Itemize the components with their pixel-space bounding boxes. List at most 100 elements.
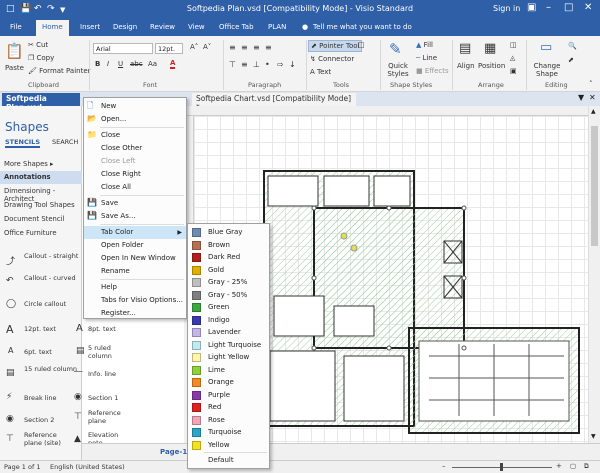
zoom-slider-thumb[interactable]	[500, 463, 503, 471]
stencil-document[interactable]: Document Stencil	[0, 213, 82, 226]
menu-item-save-as[interactable]: 💾 Save As...	[84, 210, 186, 223]
tell-me-box[interactable]: Tell me what you want to do	[313, 23, 412, 31]
vertical-scrollbar[interactable]: ▲ ▼	[588, 106, 600, 443]
color-item-green[interactable]: Green	[188, 301, 269, 314]
select-icon[interactable]: ⬈	[568, 56, 574, 64]
color-item-brown[interactable]: Brown	[188, 239, 269, 252]
color-item-orange[interactable]: Orange	[188, 376, 269, 389]
sign-in-link[interactable]: Sign in	[493, 4, 520, 13]
color-item-blue-gray[interactable]: Blue Gray	[188, 226, 269, 239]
menu-item-tab-color[interactable]: Tab Color ▶	[84, 226, 186, 239]
tab-plan[interactable]: PLAN	[268, 23, 286, 31]
close-icon[interactable]: ✕	[584, 2, 592, 13]
stencil-office-furniture[interactable]: Office Furniture	[0, 227, 82, 240]
doc-tab-softpedia-plan[interactable]: Softpedia Plan.vsd	[2, 93, 80, 112]
menu-item-close-all[interactable]: Close All	[84, 181, 186, 194]
menu-item-help[interactable]: Help	[84, 281, 186, 294]
paste-button[interactable]: Paste	[5, 64, 24, 72]
bold-button[interactable]: B	[95, 60, 100, 68]
font-size-combo[interactable]: 12pt.	[155, 43, 183, 54]
restore-icon[interactable]: □	[564, 2, 573, 13]
shape-info-line[interactable]: Info. line	[88, 370, 120, 378]
color-item-light-turquoise[interactable]: Light Turquoise	[188, 339, 269, 352]
stencil-annotations[interactable]: Annotations	[0, 171, 82, 184]
align-right-icon[interactable]: ≡	[253, 43, 260, 52]
format-painter-button[interactable]: 🖌 Format Painter	[28, 67, 91, 75]
align-top-icon[interactable]: ⊤	[229, 60, 236, 69]
menu-item-new[interactable]: 🗋 New	[84, 100, 186, 113]
stencil-dimensioning[interactable]: Dimensioning - Architect	[0, 185, 82, 203]
bring-forward-icon[interactable]: ◫	[510, 41, 517, 49]
menu-item-tabs-for-visio-options[interactable]: Tabs for Visio Options...	[84, 294, 186, 307]
shape-callout-straight[interactable]: Callout - straight	[24, 252, 84, 260]
color-item-dark-red[interactable]: Dark Red	[188, 251, 269, 264]
fit-page-icon[interactable]: ▢	[570, 462, 576, 470]
minimize-icon[interactable]: –	[546, 2, 551, 13]
grow-font-icon[interactable]: A˄	[190, 43, 198, 51]
tab-office-tab[interactable]: Office Tab	[219, 23, 254, 31]
paste-icon[interactable]: 📋	[5, 42, 24, 60]
shape-section-1[interactable]: Section 1	[88, 394, 120, 402]
more-shapes[interactable]: More Shapes ▸	[0, 158, 82, 171]
stencils-tab[interactable]: STENCILS	[5, 138, 41, 148]
scroll-up-icon[interactable]: ▲	[591, 108, 596, 115]
find-icon[interactable]: 🔍	[568, 42, 577, 50]
connector-button[interactable]: ↯ Connector	[310, 55, 354, 63]
font-color-button[interactable]: A	[170, 59, 176, 69]
shape-callout-curved[interactable]: Callout - curved	[24, 274, 84, 282]
change-case-button[interactable]: Aa	[148, 60, 157, 68]
menu-item-close-right[interactable]: Close Right	[84, 168, 186, 181]
shape-reference-plane-site[interactable]: Reference plane (site)	[24, 431, 64, 447]
color-item-red[interactable]: Red	[188, 401, 269, 414]
bullets-icon[interactable]: •	[265, 60, 270, 69]
quick-styles-button[interactable]: Quick Styles	[382, 62, 414, 78]
menu-item-open-folder[interactable]: Open Folder	[84, 239, 186, 252]
strikethrough-button[interactable]: abc	[130, 60, 143, 68]
color-item-turquoise[interactable]: Turquoise	[188, 426, 269, 439]
change-shape-icon[interactable]: ▭	[540, 40, 552, 55]
doc-tab-softpedia-chart[interactable]: Softpedia Chart.vsd [Compatibility Mode]…	[192, 93, 356, 112]
color-item-purple[interactable]: Purple	[188, 389, 269, 402]
tab-design[interactable]: Design	[113, 23, 137, 31]
align-middle-icon[interactable]: ≡	[241, 60, 248, 69]
color-item-gray-50[interactable]: Gray - 50%	[188, 289, 269, 302]
language-status[interactable]: English (United States)	[50, 463, 125, 471]
shape-8pt-text[interactable]: 8pt. text	[88, 325, 118, 333]
text-tool-button[interactable]: A Text	[310, 68, 331, 76]
align-center-icon[interactable]: ≡	[241, 43, 248, 52]
effects-button[interactable]: ■ Effects	[416, 67, 449, 75]
tab-view[interactable]: View	[188, 23, 205, 31]
shape-5-ruled-column[interactable]: 5 ruled column	[88, 344, 120, 360]
change-shape-button[interactable]: Change Shape	[530, 62, 564, 78]
color-item-lavender[interactable]: Lavender	[188, 326, 269, 339]
zoom-out-icon[interactable]: –	[442, 462, 446, 470]
align-left-icon[interactable]: ≡	[229, 43, 236, 52]
position-button[interactable]: Position	[478, 62, 505, 70]
menu-item-register[interactable]: Register...	[84, 307, 186, 320]
shape-circle-callout[interactable]: Circle callout	[24, 300, 84, 308]
tab-file[interactable]: File	[10, 23, 22, 31]
quick-styles-icon[interactable]: ✎	[389, 40, 402, 58]
close-tab-icon[interactable]: ✕	[589, 93, 596, 102]
zoom-in-icon[interactable]: +	[556, 462, 562, 470]
color-item-gray-25[interactable]: Gray - 25%	[188, 276, 269, 289]
color-item-yellow[interactable]: Yellow	[188, 439, 269, 452]
tab-home[interactable]: Home	[36, 20, 69, 36]
font-name-combo[interactable]: Arial	[93, 43, 153, 54]
page-1-tab[interactable]: Page-1	[160, 448, 187, 456]
menu-item-save[interactable]: 💾 Save	[84, 197, 186, 210]
color-item-default[interactable]: Default	[188, 454, 269, 467]
italic-button[interactable]: I	[107, 60, 109, 68]
group-icon[interactable]: ▣	[510, 67, 517, 75]
search-tab[interactable]: SEARCH	[52, 138, 78, 146]
align-button[interactable]: Align	[457, 62, 475, 70]
indent-icon[interactable]: ⇨	[277, 60, 284, 69]
switch-windows-icon[interactable]: ⧉	[584, 462, 589, 471]
tab-list-icon[interactable]: ▼	[578, 93, 584, 102]
menu-item-rename[interactable]: Rename	[84, 265, 186, 278]
ribbon-options-icon[interactable]: ▣	[527, 2, 536, 13]
stencil-drawing-tool[interactable]: Drawing Tool Shapes	[0, 199, 82, 212]
underline-button[interactable]: U	[118, 60, 123, 68]
line-button[interactable]: ─ Line	[416, 54, 437, 62]
menu-item-close-other[interactable]: Close Other	[84, 142, 186, 155]
